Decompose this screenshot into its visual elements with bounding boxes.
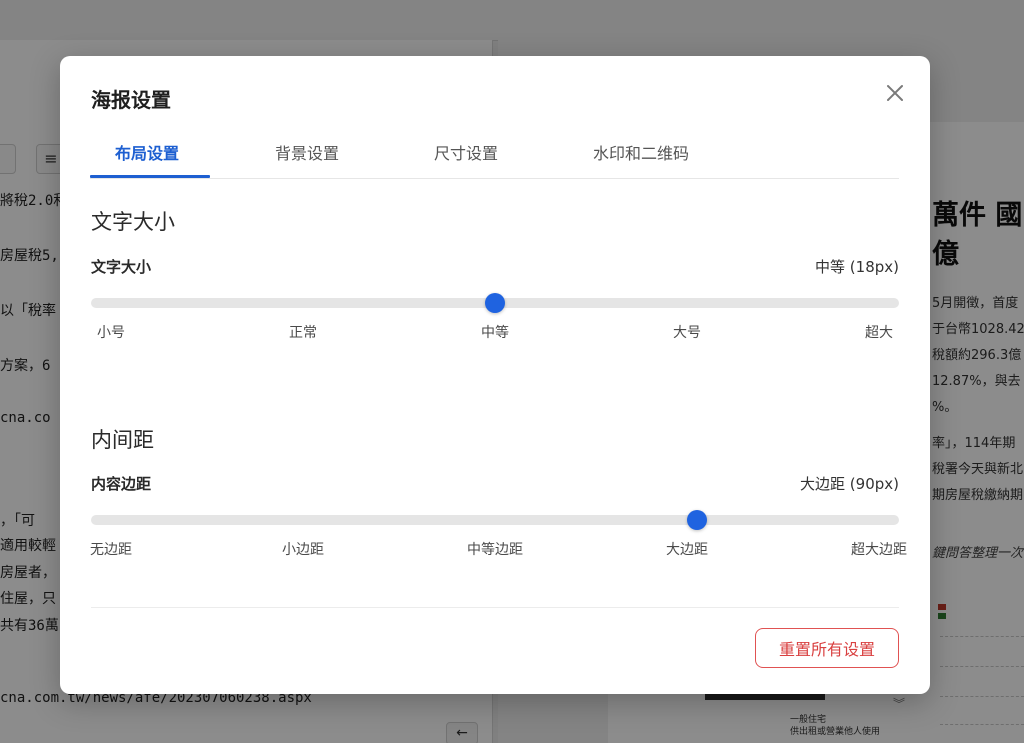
- font-size-slider-thumb[interactable]: [485, 293, 505, 313]
- font-size-tick-0[interactable]: 小号: [97, 322, 125, 342]
- content-padding-tick-1[interactable]: 小边距: [282, 539, 324, 559]
- tab-layout-settings[interactable]: 布局设置: [115, 140, 179, 164]
- content-padding-tick-4[interactable]: 超大边距: [851, 539, 907, 559]
- content-padding-tick-0[interactable]: 无边距: [90, 539, 132, 559]
- font-size-tick-2[interactable]: 中等: [481, 322, 509, 342]
- close-icon: [887, 85, 903, 101]
- content-padding-tick-3[interactable]: 大边距: [666, 539, 708, 559]
- content-padding-slider[interactable]: [91, 508, 899, 532]
- active-tab-indicator: [90, 175, 210, 178]
- settings-tabs: 布局设置 背景设置 尺寸设置 水印和二维码: [90, 134, 899, 179]
- padding-section-heading: 内间距: [91, 428, 154, 452]
- content-padding-label: 内容边距: [91, 475, 152, 493]
- dialog-title: 海报设置: [91, 88, 171, 112]
- font-size-tick-1[interactable]: 正常: [289, 322, 317, 342]
- font-size-tick-3[interactable]: 大号: [673, 322, 701, 342]
- content-padding-slider-thumb[interactable]: [687, 510, 707, 530]
- content-padding-tick-2[interactable]: 中等边距: [467, 539, 523, 559]
- content-padding-slider-track[interactable]: [91, 515, 899, 525]
- poster-settings-dialog: 海报设置 布局设置 背景设置 尺寸设置 水印和二维码 文字大小 文字大小 中等 …: [60, 56, 930, 694]
- font-size-section-heading: 文字大小: [91, 210, 175, 234]
- tab-watermark-qrcode[interactable]: 水印和二维码: [593, 140, 689, 164]
- footer-divider: [91, 607, 899, 608]
- tab-background-settings[interactable]: 背景设置: [275, 140, 339, 164]
- font-size-value: 中等 (18px): [815, 258, 899, 276]
- font-size-label: 文字大小: [91, 258, 152, 276]
- content-padding-value: 大边距 (90px): [800, 475, 899, 493]
- reset-all-settings-button[interactable]: 重置所有设置: [755, 628, 899, 668]
- font-size-slider[interactable]: [91, 291, 899, 315]
- font-size-tick-4[interactable]: 超大: [865, 322, 893, 342]
- close-button[interactable]: [882, 80, 908, 106]
- tab-size-settings[interactable]: 尺寸设置: [434, 140, 498, 164]
